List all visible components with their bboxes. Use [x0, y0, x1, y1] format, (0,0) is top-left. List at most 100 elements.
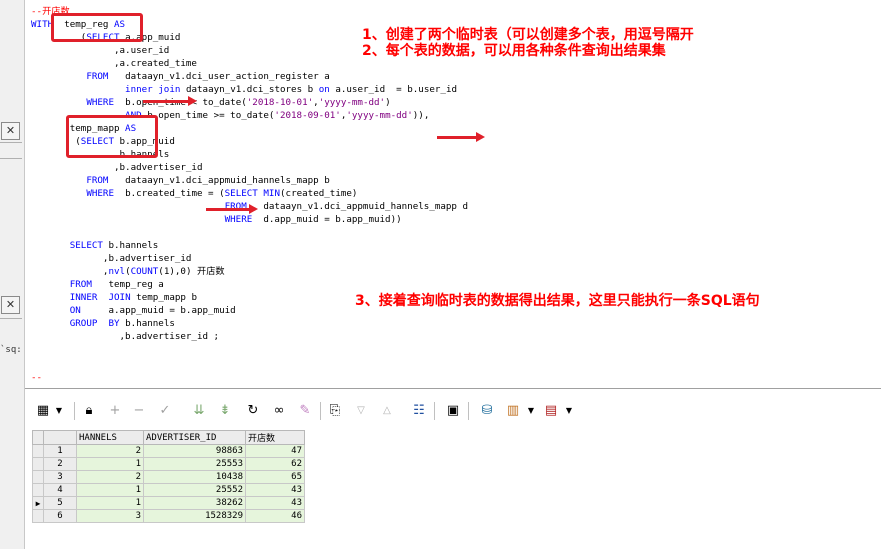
cell-hannels[interactable]: 1: [76, 483, 144, 497]
cell-store-count[interactable]: 47: [245, 444, 305, 458]
binoculars-icon[interactable]: ∞: [270, 402, 288, 420]
code-line: WHERE b.created_time = (SELECT MIN(creat…: [86, 188, 358, 199]
dropdown-arrow-icon[interactable]: ▼: [522, 402, 540, 420]
table-row[interactable]: 6 3 1528329 46: [32, 509, 305, 523]
refresh-icon[interactable]: ↻: [244, 402, 262, 420]
row-pointer: [32, 483, 44, 497]
clear-icon[interactable]: ✎: [296, 402, 314, 420]
close-icon[interactable]: ✕: [1, 296, 20, 314]
fetch-next-icon[interactable]: ⇊: [190, 402, 208, 420]
highlight-box-temp-reg: [51, 13, 143, 42]
grid-corner: [43, 430, 77, 445]
cell-hannels[interactable]: 1: [76, 457, 144, 471]
cell-advertiser-id[interactable]: 25552: [143, 483, 246, 497]
arrow-annotation: [206, 204, 258, 214]
cell-hannels[interactable]: 2: [76, 444, 144, 458]
remove-icon[interactable]: −: [130, 402, 148, 420]
column-header[interactable]: HANNELS: [76, 430, 144, 445]
add-icon[interactable]: +: [106, 402, 124, 420]
toolbar-separator: [434, 402, 435, 420]
toolbar-separator: [468, 402, 469, 420]
sql-tab-label[interactable]: `sq:: [0, 345, 22, 355]
table-row[interactable]: 4 1 25552 43: [32, 483, 305, 497]
export-icon[interactable]: ⎘: [326, 402, 344, 420]
row-number[interactable]: 4: [43, 483, 77, 497]
chart-icon[interactable]: ▥: [504, 402, 522, 420]
table-icon[interactable]: ▤: [542, 402, 560, 420]
row-pointer: [32, 470, 44, 484]
code-line: FROM dataayn_v1.dci_appmuid_hannels_mapp…: [86, 175, 330, 186]
row-pointer: [32, 509, 44, 523]
dropdown-arrow-icon[interactable]: ▼: [560, 402, 578, 420]
annotation-note-2: 2、每个表的数据，可以用各种条件查询出结果集: [362, 43, 666, 59]
row-number[interactable]: 2: [43, 457, 77, 471]
code-line: ON a.app_muid = b.app_muid: [69, 305, 236, 316]
close-icon[interactable]: ✕: [1, 122, 20, 140]
row-number[interactable]: 3: [43, 470, 77, 484]
code-line: FROM dataayn_v1.dci_user_action_register…: [86, 71, 330, 82]
save-icon[interactable]: ▣: [444, 402, 462, 420]
row-number[interactable]: 1: [43, 444, 77, 458]
table-row[interactable]: 1 2 98863 47: [32, 444, 305, 458]
sql-editor[interactable]: --开店数 WITH temp_reg AS (SELECT a.app_mui…: [25, 0, 881, 389]
code-line: GROUP BY b.hannels: [69, 318, 175, 329]
code-line: ,b.advertiser_id: [31, 162, 203, 173]
filter-up-icon[interactable]: △: [378, 402, 396, 420]
code-line: inner join dataayn_v1.dci_stores b on a.…: [125, 84, 458, 95]
grid-corner: [32, 430, 44, 445]
column-header[interactable]: ADVERTISER_ID: [143, 430, 246, 445]
result-toolbar: ▦ ▼ 🔒︎ + − ✓ ⇊ ⇟ ↻ ∞ ✎ ⎘ ▽ △ ☷ ▣ ⛁ ▥ ▼ ▤…: [30, 398, 881, 426]
code-line: ,nvl(COUNT(1),0) 开店数: [31, 266, 225, 277]
code-line: FROM temp_reg a: [69, 279, 164, 290]
code-line: ,b.advertiser_id ;: [31, 331, 220, 342]
toolbar-separator: [320, 402, 321, 420]
code-line: SELECT b.hannels: [69, 240, 159, 251]
panel-divider: [0, 142, 22, 143]
code-line: WHERE d.app_muid = b.app_muid)): [224, 214, 402, 225]
table-row[interactable]: ▶ 5 1 38262 43: [32, 496, 305, 510]
table-row[interactable]: 3 2 10438 65: [32, 470, 305, 484]
cell-advertiser-id[interactable]: 38262: [143, 496, 246, 510]
code-line: ,a.user_id: [31, 45, 170, 56]
highlight-box-temp-mapp: [66, 115, 158, 158]
fetch-last-icon[interactable]: ⇟: [216, 402, 234, 420]
dropdown-arrow-icon[interactable]: ▼: [50, 402, 68, 420]
result-grid: HANNELS ADVERTISER_ID 开店数 1 2 98863 47 2 1 255…: [32, 430, 305, 523]
cell-store-count[interactable]: 46: [245, 509, 305, 523]
cell-store-count[interactable]: 65: [245, 470, 305, 484]
panel-divider: [0, 318, 22, 319]
cell-hannels[interactable]: 3: [76, 509, 144, 523]
column-header[interactable]: 开店数: [245, 430, 305, 445]
arrow-annotation: [437, 132, 485, 142]
panel-divider: [0, 158, 22, 159]
arrow-annotation: [143, 96, 197, 106]
filter-down-icon[interactable]: ▽: [352, 402, 370, 420]
row-number[interactable]: 5: [43, 496, 77, 510]
cell-advertiser-id[interactable]: 1528329: [143, 509, 246, 523]
lock-icon[interactable]: 🔒︎: [80, 402, 98, 420]
table-row[interactable]: 2 1 25553 62: [32, 457, 305, 471]
row-pointer: ▶: [32, 496, 44, 510]
toolbar-separator: [74, 402, 75, 420]
cell-advertiser-id[interactable]: 10438: [143, 470, 246, 484]
check-icon[interactable]: ✓: [156, 402, 174, 420]
cell-store-count[interactable]: 43: [245, 483, 305, 497]
database-icon[interactable]: ⛁: [478, 402, 496, 420]
cell-advertiser-id[interactable]: 98863: [143, 444, 246, 458]
code-line: ,a.created_time: [31, 58, 197, 69]
code-line: INNER JOIN temp_mapp b: [69, 292, 198, 303]
row-pointer: [32, 457, 44, 471]
cell-hannels[interactable]: 2: [76, 470, 144, 484]
tree-icon[interactable]: ☷: [410, 402, 428, 420]
row-number[interactable]: 6: [43, 509, 77, 523]
code-line: WHERE b.open_time < to_date('2018-10-01'…: [86, 97, 391, 108]
cell-store-count[interactable]: 62: [245, 457, 305, 471]
code-line: ,b.advertiser_id: [31, 253, 192, 264]
left-panel: ✕ ✕ `sq:: [0, 0, 25, 549]
result-grid-area: HANNELS ADVERTISER_ID 开店数 1 2 98863 47 2 1 255…: [30, 428, 881, 549]
cell-hannels[interactable]: 1: [76, 496, 144, 510]
cell-store-count[interactable]: 43: [245, 496, 305, 510]
row-pointer: [32, 444, 44, 458]
annotation-note-3: 3、接着查询临时表的数据得出结果，这里只能执行一条SQL语句: [355, 293, 760, 309]
cell-advertiser-id[interactable]: 25553: [143, 457, 246, 471]
